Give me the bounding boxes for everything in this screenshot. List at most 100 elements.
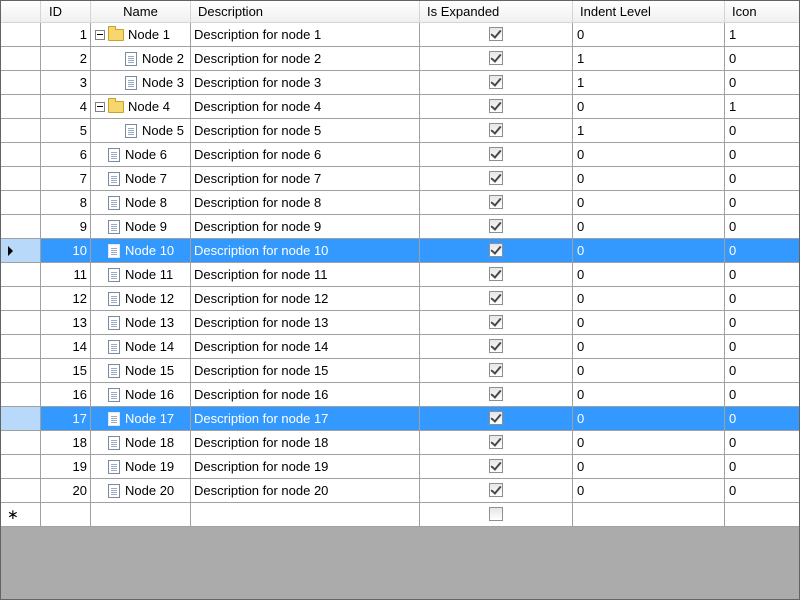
cell-description[interactable] — [191, 503, 420, 527]
cell-indent-level[interactable]: 1 — [573, 47, 725, 71]
cell-description[interactable]: Description for node 5 — [191, 119, 420, 143]
column-header-is-expanded[interactable]: Is Expanded — [420, 1, 573, 23]
column-header-description[interactable]: Description — [191, 1, 420, 23]
column-header-id[interactable]: ID — [41, 1, 91, 23]
cell-id[interactable]: 18 — [41, 431, 91, 455]
cell-icon[interactable]: 0 — [725, 383, 799, 407]
table-row[interactable]: 17 Node 17 Description for node 17 0 0 — [1, 407, 799, 431]
row-header[interactable] — [1, 167, 41, 191]
cell-indent-level[interactable]: 0 — [573, 191, 725, 215]
cell-id[interactable]: 12 — [41, 287, 91, 311]
cell-id[interactable]: 5 — [41, 119, 91, 143]
cell-id[interactable]: 13 — [41, 311, 91, 335]
cell-id[interactable]: 17 — [41, 407, 91, 431]
table-row[interactable]: 8 Node 8 Description for node 8 00 — [1, 191, 799, 215]
cell-id[interactable]: 7 — [41, 167, 91, 191]
expanded-checkbox[interactable] — [489, 483, 503, 498]
table-row[interactable]: 7 Node 7 Description for node 7 00 — [1, 167, 799, 191]
column-header-indent-level[interactable]: Indent Level — [573, 1, 725, 23]
cell-is-expanded[interactable] — [420, 287, 573, 311]
cell-indent-level[interactable]: 0 — [573, 479, 725, 503]
row-header[interactable] — [1, 287, 41, 311]
cell-is-expanded[interactable] — [420, 71, 573, 95]
cell-description[interactable]: Description for node 16 — [191, 383, 420, 407]
table-row[interactable]: 10 Node 10 Description for node 10 0 0 — [1, 239, 799, 263]
cell-id[interactable] — [41, 503, 91, 527]
cell-indent-level[interactable]: 0 — [573, 335, 725, 359]
expanded-checkbox[interactable] — [489, 411, 503, 426]
row-header[interactable] — [1, 191, 41, 215]
cell-is-expanded[interactable] — [420, 191, 573, 215]
expanded-checkbox[interactable] — [489, 51, 503, 66]
cell-name[interactable]: Node 20 — [91, 479, 191, 503]
cell-id[interactable]: 10 — [41, 239, 91, 263]
cell-name[interactable]: Node 2 — [91, 47, 191, 71]
cell-indent-level[interactable]: 0 — [573, 143, 725, 167]
cell-indent-level[interactable]: 0 — [573, 359, 725, 383]
cell-icon[interactable]: 0 — [725, 239, 799, 263]
cell-description[interactable]: Description for node 8 — [191, 191, 420, 215]
cell-icon[interactable]: 0 — [725, 167, 799, 191]
row-header[interactable] — [1, 407, 41, 431]
cell-icon[interactable]: 0 — [725, 119, 799, 143]
row-header[interactable] — [1, 335, 41, 359]
cell-icon[interactable]: 0 — [725, 191, 799, 215]
expanded-checkbox[interactable] — [489, 147, 503, 162]
table-row[interactable]: 4 Node 4 Description for node 4 01 — [1, 95, 799, 119]
table-row[interactable]: 16 Node 16 Description for node 16 0 0 — [1, 383, 799, 407]
cell-name[interactable]: Node 10 — [91, 239, 191, 263]
row-header[interactable] — [1, 479, 41, 503]
cell-name[interactable]: Node 18 — [91, 431, 191, 455]
cell-name[interactable]: Node 1 — [91, 23, 191, 47]
row-header[interactable] — [1, 143, 41, 167]
cell-icon[interactable] — [725, 503, 799, 527]
cell-id[interactable]: 11 — [41, 263, 91, 287]
row-header[interactable] — [1, 239, 41, 263]
cell-indent-level[interactable] — [573, 503, 725, 527]
cell-description[interactable]: Description for node 11 — [191, 263, 420, 287]
cell-description[interactable]: Description for node 4 — [191, 95, 420, 119]
expanded-checkbox[interactable] — [489, 99, 503, 114]
cell-description[interactable]: Description for node 10 — [191, 239, 420, 263]
table-row[interactable]: 13 Node 13 Description for node 13 0 0 — [1, 311, 799, 335]
table-row[interactable]: 20 Node 20 Description for node 20 0 0 — [1, 479, 799, 503]
collapse-toggle-icon[interactable] — [95, 29, 105, 40]
cell-indent-level[interactable]: 0 — [573, 287, 725, 311]
cell-is-expanded[interactable] — [420, 239, 573, 263]
cell-is-expanded[interactable] — [420, 479, 573, 503]
cell-indent-level[interactable]: 0 — [573, 431, 725, 455]
expanded-checkbox[interactable] — [489, 267, 503, 282]
cell-icon[interactable]: 0 — [725, 407, 799, 431]
cell-icon[interactable]: 0 — [725, 215, 799, 239]
cell-id[interactable]: 2 — [41, 47, 91, 71]
cell-name[interactable]: Node 4 — [91, 95, 191, 119]
cell-is-expanded[interactable] — [420, 47, 573, 71]
cell-name[interactable]: Node 3 — [91, 71, 191, 95]
cell-description[interactable]: Description for node 1 — [191, 23, 420, 47]
cell-indent-level[interactable]: 0 — [573, 23, 725, 47]
row-header[interactable] — [1, 95, 41, 119]
cell-indent-level[interactable]: 0 — [573, 167, 725, 191]
cell-id[interactable]: 4 — [41, 95, 91, 119]
cell-indent-level[interactable]: 0 — [573, 239, 725, 263]
table-row[interactable]: 5 Node 5 Description for node 5 10 — [1, 119, 799, 143]
cell-name[interactable]: Node 14 — [91, 335, 191, 359]
row-header[interactable] — [1, 119, 41, 143]
cell-name[interactable] — [91, 503, 191, 527]
cell-description[interactable]: Description for node 19 — [191, 455, 420, 479]
expanded-checkbox[interactable] — [489, 171, 503, 186]
cell-is-expanded[interactable] — [420, 263, 573, 287]
cell-indent-level[interactable]: 1 — [573, 71, 725, 95]
cell-icon[interactable]: 0 — [725, 359, 799, 383]
cell-name[interactable]: Node 5 — [91, 119, 191, 143]
cell-id[interactable]: 14 — [41, 335, 91, 359]
cell-description[interactable]: Description for node 3 — [191, 71, 420, 95]
cell-description[interactable]: Description for node 9 — [191, 215, 420, 239]
cell-icon[interactable]: 0 — [725, 335, 799, 359]
cell-id[interactable]: 6 — [41, 143, 91, 167]
cell-icon[interactable]: 0 — [725, 143, 799, 167]
row-header[interactable] — [1, 431, 41, 455]
cell-name[interactable]: Node 13 — [91, 311, 191, 335]
expanded-checkbox[interactable] — [489, 387, 503, 402]
cell-description[interactable]: Description for node 6 — [191, 143, 420, 167]
